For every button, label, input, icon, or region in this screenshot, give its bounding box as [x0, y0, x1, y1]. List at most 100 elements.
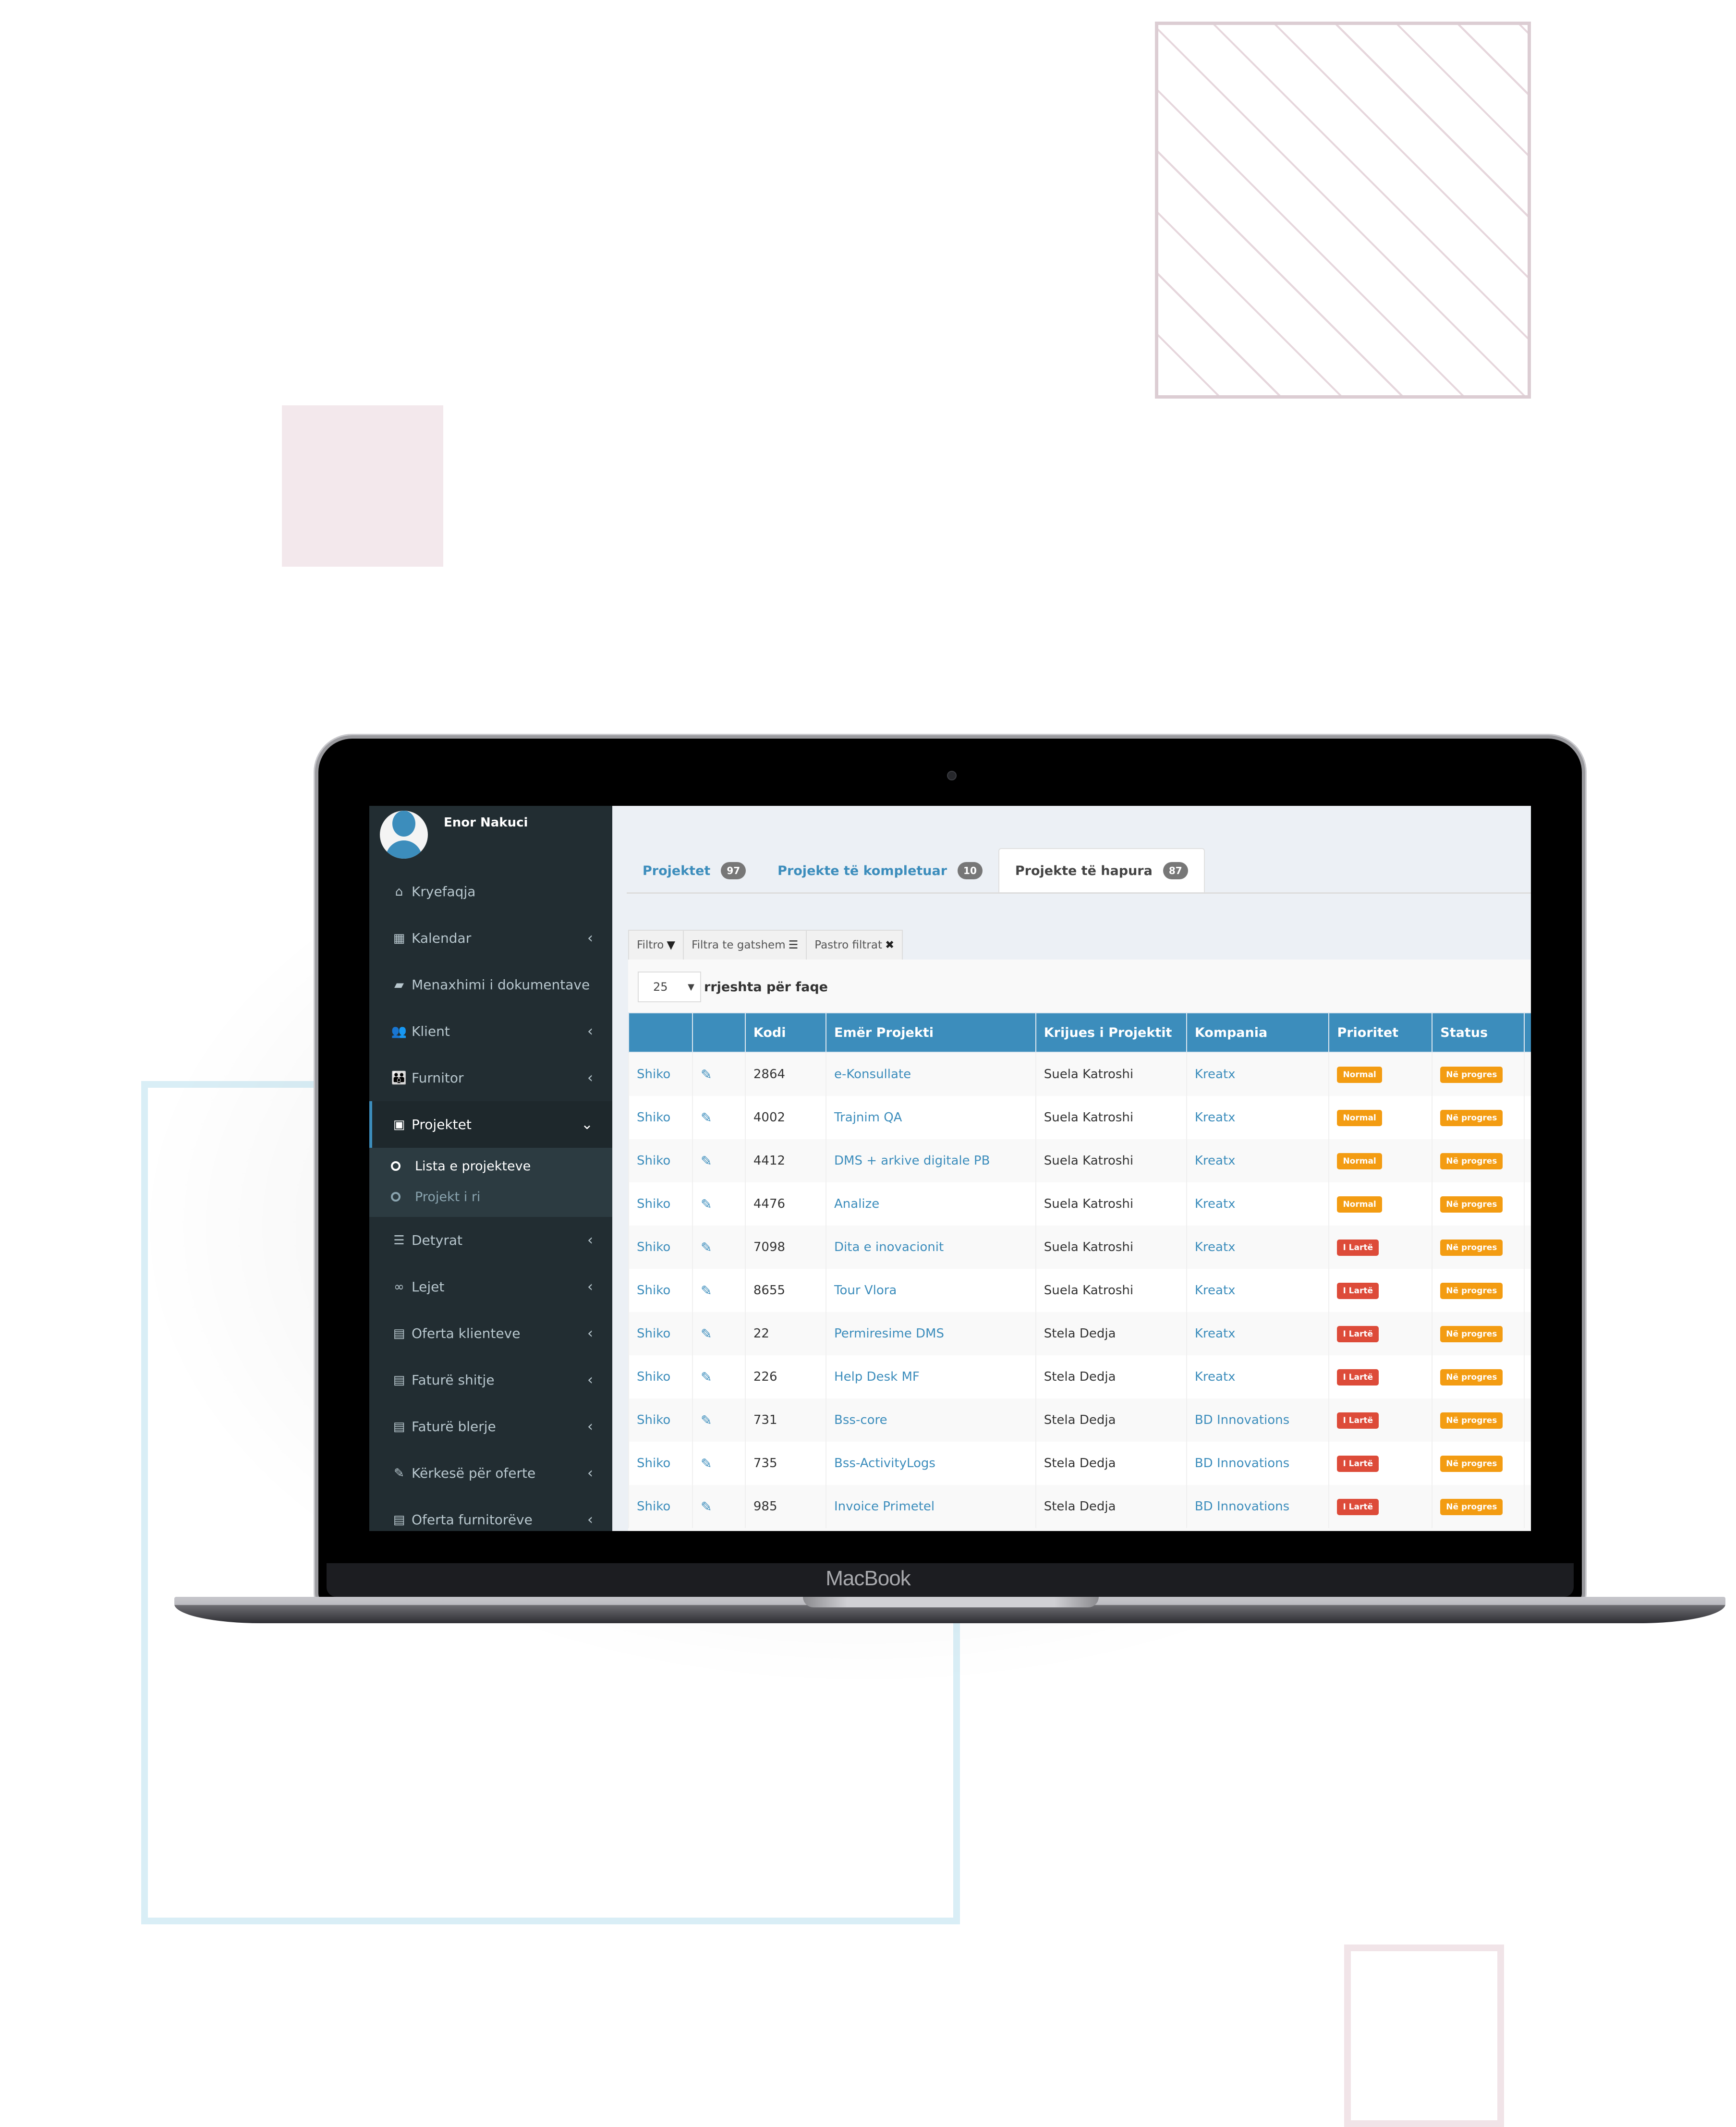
- view-link[interactable]: Shiko: [637, 1283, 670, 1298]
- view-link[interactable]: Shiko: [637, 1197, 670, 1211]
- company-link[interactable]: Kreatx: [1195, 1067, 1236, 1082]
- page-length-label: rrjeshta për faqe: [704, 979, 828, 995]
- view-link[interactable]: Shiko: [637, 1413, 670, 1427]
- column-header-0[interactable]: [628, 1012, 693, 1053]
- date-cell: 31/1: [1523, 1139, 1531, 1182]
- company-link[interactable]: Kreatx: [1195, 1326, 1236, 1341]
- sidebar-item-oferta-klienteve[interactable]: ▤ Oferta klienteve ‹: [369, 1310, 612, 1357]
- sidebar-item-kerkese-per-oferte[interactable]: ✎ Kërkesë për oferte ‹: [369, 1450, 612, 1496]
- creator-cell: Suela Katroshi: [1035, 1052, 1187, 1096]
- company-link[interactable]: Kreatx: [1195, 1283, 1236, 1298]
- filter-button-0[interactable]: Filtro ▼: [629, 931, 684, 960]
- company-link[interactable]: Kreatx: [1195, 1154, 1236, 1168]
- chevron-left-icon: ‹: [587, 1070, 593, 1086]
- sidebar-item-label: Furnitor: [412, 1070, 464, 1086]
- project-name-link[interactable]: Bss-ActivityLogs: [834, 1456, 935, 1471]
- pencil-icon[interactable]: ✎: [701, 1499, 712, 1515]
- filter-button-1[interactable]: Filtra te gatshem ☰: [684, 931, 807, 960]
- chevron-left-icon: ‹: [587, 1023, 593, 1040]
- sidebar-item-oferta-furnitoreve[interactable]: ▤ Oferta furnitorëve ‹: [369, 1496, 612, 1531]
- project-name-link[interactable]: Tour Vlora: [834, 1283, 897, 1298]
- code-cell: 7098: [744, 1226, 826, 1269]
- pencil-icon[interactable]: ✎: [701, 1456, 712, 1471]
- client-offer-icon: ▤: [393, 1326, 405, 1341]
- view-link[interactable]: Shiko: [637, 1067, 670, 1082]
- pink-square-decoration: [282, 405, 443, 567]
- pencil-icon[interactable]: ✎: [701, 1153, 712, 1169]
- company-link[interactable]: BD Innovations: [1195, 1499, 1289, 1514]
- view-link[interactable]: Shiko: [637, 1499, 670, 1514]
- sidebar-item-furnitor[interactable]: 👪 Furnitor ‹: [369, 1055, 612, 1101]
- view-link[interactable]: Shiko: [637, 1154, 670, 1168]
- submenu-item-0[interactable]: Lista e projekteve: [369, 1151, 612, 1181]
- view-link[interactable]: Shiko: [637, 1326, 670, 1341]
- tab-2[interactable]: Projekte të hapura 87: [998, 848, 1205, 892]
- page-length-select[interactable]: 25 ▼: [638, 972, 701, 1002]
- tasks-icon: ☰: [393, 1233, 405, 1248]
- project-name-link[interactable]: Trajnim QA: [834, 1110, 902, 1125]
- sidebar-item-lejet[interactable]: ∞ Lejet ‹: [369, 1264, 612, 1310]
- project-name-link[interactable]: Bss-core: [834, 1413, 887, 1427]
- project-name-link[interactable]: Analize: [834, 1197, 879, 1211]
- tab-1[interactable]: Projekte të kompletuar 10: [762, 849, 998, 892]
- sidebar-item-kryefaqja[interactable]: ⌂ Kryefaqja: [369, 868, 612, 915]
- status-badge: Në progres: [1440, 1282, 1503, 1299]
- project-name-link[interactable]: Permiresime DMS: [834, 1326, 944, 1341]
- pencil-icon[interactable]: ✎: [701, 1412, 712, 1428]
- company-link[interactable]: Kreatx: [1195, 1110, 1236, 1125]
- date-cell: 04/1: [1523, 1182, 1531, 1226]
- sidebar-item-fature-shitje[interactable]: ▤ Faturë shitje ‹: [369, 1357, 612, 1403]
- sidebar-item-menaxhimi-i-dokumentave[interactable]: ▰ Menaxhimi i dokumentave: [369, 961, 612, 1008]
- avatar-head: [392, 811, 415, 837]
- company-link[interactable]: Kreatx: [1195, 1197, 1236, 1211]
- view-cell: Shiko: [628, 1182, 693, 1226]
- main-content: Projektet 97 Projekte të kompletuar 10 Proje…: [612, 806, 1531, 1531]
- column-header-7[interactable]: Status: [1432, 1012, 1525, 1053]
- pencil-icon[interactable]: ✎: [701, 1067, 712, 1082]
- project-name-link[interactable]: Dita e inovacionit: [834, 1240, 944, 1254]
- pencil-icon[interactable]: ✎: [701, 1326, 712, 1342]
- project-name-link[interactable]: e-Konsullate: [834, 1067, 911, 1082]
- pencil-icon[interactable]: ✎: [701, 1283, 712, 1299]
- project-name-link[interactable]: Invoice Primetel: [834, 1499, 935, 1514]
- filter-button-2[interactable]: Pastro filtrat ✖: [807, 931, 902, 960]
- chevron-left-icon: ‹: [587, 1418, 593, 1435]
- glasses-icon: ∞: [394, 1279, 404, 1294]
- edit-cell: ✎: [692, 1226, 745, 1269]
- column-header-4[interactable]: Krijues i Projektit: [1035, 1012, 1187, 1053]
- sidebar-item-projektet[interactable]: ▣ Projektet ⌄: [369, 1101, 612, 1148]
- column-header-8[interactable]: Datë: [1523, 1012, 1531, 1053]
- company-link[interactable]: BD Innovations: [1195, 1413, 1289, 1427]
- company-link[interactable]: Kreatx: [1195, 1240, 1236, 1254]
- company-link[interactable]: BD Innovations: [1195, 1456, 1289, 1471]
- users-icon: 👥: [391, 1024, 407, 1039]
- column-header-5[interactable]: Kompania: [1186, 1012, 1330, 1053]
- column-header-1[interactable]: [692, 1012, 746, 1053]
- view-link[interactable]: Shiko: [637, 1456, 670, 1471]
- sidebar-item-fature-blerje[interactable]: ▤ Faturë blerje ‹: [369, 1403, 612, 1450]
- project-name-link[interactable]: DMS + arkive digitale PB: [834, 1154, 990, 1168]
- sidebar-item-klient[interactable]: 👥 Klient ‹: [369, 1008, 612, 1055]
- status-cell: Në progres: [1432, 1442, 1524, 1485]
- view-link[interactable]: Shiko: [637, 1110, 670, 1125]
- sidebar-item-label: Faturë shitje: [412, 1372, 495, 1388]
- sidebar-item-kalendar[interactable]: ▦ Kalendar ‹: [369, 915, 612, 961]
- creator-cell: Suela Katroshi: [1035, 1096, 1187, 1139]
- column-header-6[interactable]: Prioritet: [1328, 1012, 1433, 1053]
- company-link[interactable]: Kreatx: [1195, 1370, 1236, 1384]
- view-link[interactable]: Shiko: [637, 1370, 670, 1384]
- pencil-icon[interactable]: ✎: [701, 1369, 712, 1385]
- column-header-2[interactable]: Kodi: [744, 1012, 827, 1053]
- column-header-3[interactable]: Emër Projekti: [826, 1012, 1036, 1053]
- tab-0[interactable]: Projektet 97: [627, 849, 762, 892]
- pencil-icon[interactable]: ✎: [701, 1240, 712, 1255]
- project-name-link[interactable]: Help Desk MF: [834, 1370, 920, 1384]
- edit-cell: ✎: [692, 1355, 745, 1398]
- edit-cell: ✎: [692, 1269, 745, 1312]
- submenu-item-1[interactable]: Projekt i ri: [369, 1181, 612, 1212]
- sidebar-item-detyrat[interactable]: ☰ Detyrat ‹: [369, 1217, 612, 1264]
- pencil-icon[interactable]: ✎: [701, 1110, 712, 1126]
- filter-icon: ▼: [667, 939, 676, 951]
- pencil-icon[interactable]: ✎: [701, 1196, 712, 1212]
- view-link[interactable]: Shiko: [637, 1240, 670, 1254]
